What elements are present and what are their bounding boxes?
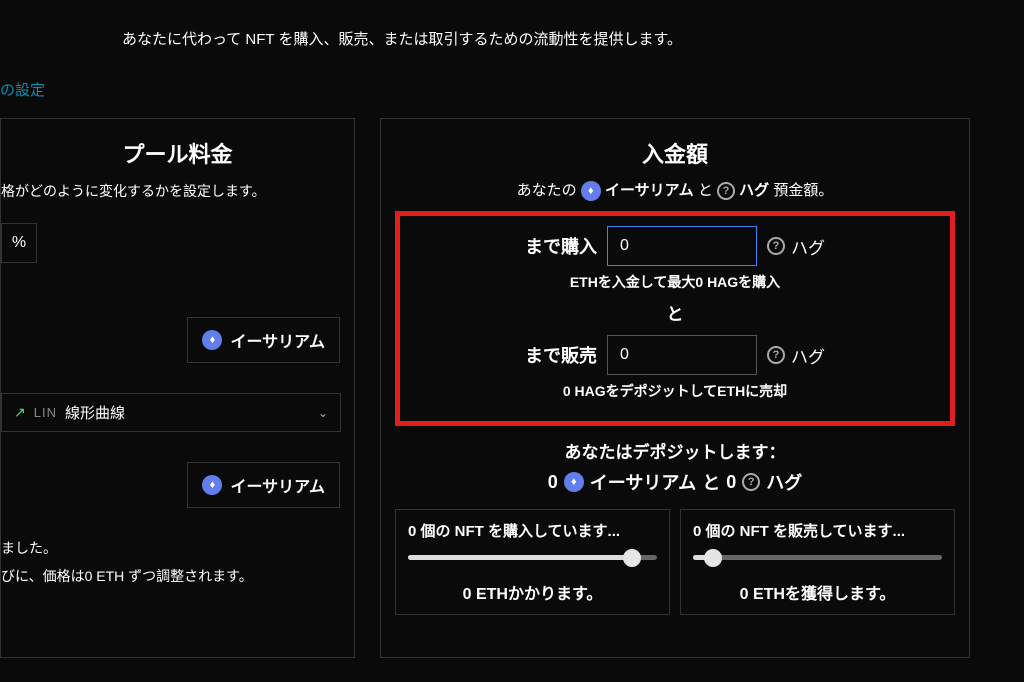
summary-and: と: [702, 469, 720, 495]
sell-input-row: まで販売 ? ハグ: [430, 335, 920, 375]
question-icon: ?: [742, 473, 760, 491]
buy-token-tag: ? ハグ: [767, 234, 825, 259]
buy-sim-title: 0 個の NFT を購入しています...: [408, 520, 657, 541]
simulation-row: 0 個の NFT を購入しています... 0 ETHかかります。 0 個の NF…: [395, 509, 955, 615]
left-note-2: びに、価格は0 ETH ずつ調整されます。: [1, 566, 354, 586]
deposit-title: 入金額: [395, 137, 955, 169]
pool-fee-panel: プール料金 格がどのように変化するかを設定します。 % ♦ イーサリアム ↗ L…: [0, 118, 355, 658]
summary-eth-amount: 0: [548, 472, 558, 493]
eth-token-tag-2[interactable]: ♦ イーサリアム: [187, 462, 340, 508]
deposit-eth-label: イーサリアム: [605, 182, 694, 199]
ethereum-icon: ♦: [581, 181, 601, 201]
sell-sim-result: 0 ETHを獲得します。: [693, 580, 942, 604]
deposit-hag-label: ハグ: [739, 182, 769, 199]
deposit-panel: 入金額 あなたの ♦ イーサリアム と ? ハグ 預金額。 まで購入 ? ハグ …: [380, 118, 970, 658]
eth-token-tag-1[interactable]: ♦ イーサリアム: [187, 317, 340, 363]
sell-slider[interactable]: [693, 555, 942, 560]
and-separator: と: [430, 300, 920, 325]
chevron-down-icon: ⌄: [318, 406, 328, 420]
deposit-prefix: あなたの: [517, 182, 577, 199]
buy-hint: ETHを入金して最大0 HAGを購入: [430, 272, 920, 292]
pool-fee-title: プール料金: [1, 137, 354, 169]
buy-input-row: まで購入 ? ハグ: [430, 226, 920, 266]
hag-label: ハグ: [791, 343, 825, 368]
buy-slider[interactable]: [408, 555, 657, 560]
eth-label: イーサリアム: [230, 473, 325, 497]
question-icon[interactable]: ?: [767, 346, 785, 364]
summary-hag-label: ハグ: [766, 469, 802, 495]
sell-label: まで販売: [525, 342, 597, 368]
buy-sim-result: 0 ETHかかります。: [408, 580, 657, 604]
sell-slider-thumb[interactable]: [704, 549, 722, 567]
highlighted-inputs-box: まで購入 ? ハグ ETHを入金して最大0 HAGを購入 と まで販売 ? ハグ…: [395, 211, 955, 426]
curve-name: 線形曲線: [65, 402, 125, 423]
buy-label: まで購入: [525, 233, 597, 259]
hag-label: ハグ: [791, 234, 825, 259]
sell-amount-input[interactable]: [607, 335, 757, 375]
curve-lin-label: LIN: [34, 405, 57, 420]
eth-label: イーサリアム: [230, 328, 325, 352]
summary-hag-amount: 0: [726, 472, 736, 493]
sell-simulation-box: 0 個の NFT を販売しています... 0 ETHを獲得します。: [680, 509, 955, 615]
sell-token-tag: ? ハグ: [767, 343, 825, 368]
sell-hint: 0 HAGをデポジットしてETHに売却: [430, 381, 920, 401]
question-icon: ?: [717, 182, 735, 200]
buy-slider-fill: [408, 555, 632, 560]
deposit-summary-values: 0 ♦ イーサリアム と 0 ? ハグ: [395, 469, 955, 495]
curve-line-icon: ↗: [14, 404, 26, 421]
sell-sim-title: 0 個の NFT を販売しています...: [693, 520, 942, 541]
buy-slider-thumb[interactable]: [623, 549, 641, 567]
ethereum-icon: ♦: [202, 475, 222, 495]
deposit-summary-title: あなたはデポジットします：: [395, 438, 955, 463]
deposit-description: あなたの ♦ イーサリアム と ? ハグ 預金額。: [395, 179, 955, 201]
settings-link[interactable]: の設定: [0, 79, 45, 100]
buy-amount-input[interactable]: [607, 226, 757, 266]
question-icon[interactable]: ?: [767, 237, 785, 255]
left-note-1: ました。: [1, 538, 354, 558]
ethereum-icon: ♦: [564, 472, 584, 492]
deposit-and: と: [698, 182, 713, 199]
summary-eth-label: イーサリアム: [590, 469, 696, 495]
top-description: あなたに代わって NFT を購入、販売、または取引するための流動性を提供します。: [122, 28, 682, 49]
curve-select[interactable]: ↗ LIN 線形曲線 ⌄: [1, 393, 341, 432]
percent-box[interactable]: %: [1, 223, 37, 263]
deposit-suffix: 預金額。: [773, 182, 833, 199]
ethereum-icon: ♦: [202, 330, 222, 350]
pool-fee-subtitle: 格がどのように変化するかを設定します。: [1, 181, 354, 201]
buy-simulation-box: 0 個の NFT を購入しています... 0 ETHかかります。: [395, 509, 670, 615]
